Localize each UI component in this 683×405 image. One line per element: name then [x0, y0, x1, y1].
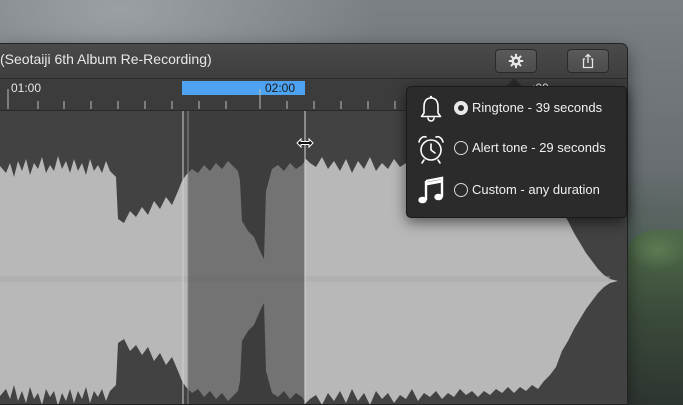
alarm-clock-icon: [418, 135, 444, 164]
window-title: (Seotaiji 6th Album Re-Recording): [0, 51, 212, 67]
tone-type-popover: Ringtone - 39 seconds Alert tone - 29 se…: [406, 86, 627, 218]
option-custom[interactable]: Custom - any duration: [407, 171, 626, 211]
music-note-icon: [418, 176, 444, 204]
option-alert-tone[interactable]: Alert tone - 29 seconds: [407, 129, 626, 169]
custom-radio[interactable]: [454, 183, 468, 197]
share-button[interactable]: [567, 49, 609, 73]
resize-horizontal-cursor-icon: [296, 137, 314, 149]
title-bar: (Seotaiji 6th Album Re-Recording): [0, 44, 627, 79]
option-alert-tone-label: Alert tone - 29 seconds: [472, 140, 606, 155]
timeline-label-start: 01:00: [11, 81, 42, 95]
share-icon: [582, 53, 594, 69]
alert-tone-radio[interactable]: [454, 141, 468, 155]
option-custom-label: Custom - any duration: [472, 182, 600, 197]
bell-icon: [420, 95, 442, 122]
settings-button[interactable]: [495, 49, 537, 73]
option-ringtone[interactable]: Ringtone - 39 seconds: [407, 89, 626, 129]
gear-icon: [508, 53, 524, 69]
waveform-selection: [188, 111, 305, 404]
option-ringtone-label: Ringtone - 39 seconds: [472, 100, 603, 115]
ringtone-radio[interactable]: [454, 101, 468, 115]
timeline-label-selected: 02:00: [265, 81, 296, 95]
desktop-rock: [628, 230, 683, 405]
